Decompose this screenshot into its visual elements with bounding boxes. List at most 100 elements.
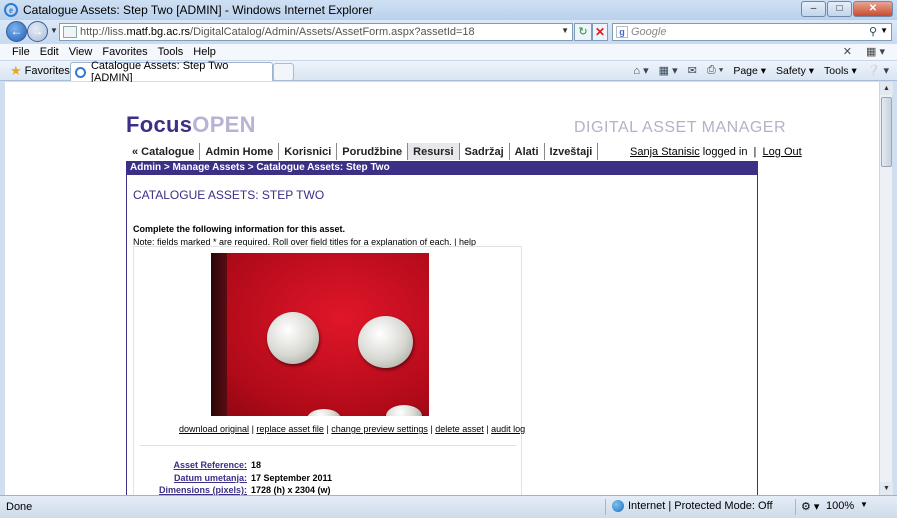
menu-favorites[interactable]: Favorites (102, 46, 147, 58)
menu-right-icons: ✕ ▦ ▾ (843, 45, 885, 58)
asset-preview-image[interactable] (211, 253, 429, 416)
browser-tab[interactable]: Catalogue Assets: Step Two [ADMIN] (70, 60, 273, 84)
menu-help[interactable]: Help (193, 46, 216, 58)
help-icon[interactable]: ❔ ▾ (867, 64, 889, 77)
meta-key: Dimensions (pixels): (158, 485, 247, 495)
search-input[interactable]: Google (631, 26, 666, 38)
search-box[interactable]: g Google ⚲ ▼ (612, 23, 892, 41)
close-button[interactable]: ✕ (853, 1, 893, 17)
user-info: Sanja Stanisic logged in | Log Out (630, 146, 802, 158)
menu-tools[interactable]: Tools (158, 46, 184, 58)
minimize-button[interactable]: – (801, 1, 826, 17)
tab-label: Catalogue Assets: Step Two [ADMIN] (90, 60, 229, 84)
maximize-button[interactable]: □ (827, 1, 852, 17)
back-button[interactable]: ← (6, 21, 27, 42)
ie-logo-icon: e (4, 3, 18, 17)
translate-icon[interactable]: ▦ ▾ (866, 45, 885, 58)
meta-key: Asset Reference: (173, 460, 247, 470)
favorites-button[interactable]: ★ Favorites (10, 63, 70, 79)
home-icon[interactable]: ⌂ ▾ (633, 64, 648, 77)
meta-row: Datum umetanja: 17 September 2011 (133, 473, 332, 486)
meta-value: 18 (251, 460, 262, 470)
user-name-link[interactable]: Sanja Stanisic (630, 146, 700, 158)
meta-key: Datum umetanja: (173, 472, 247, 483)
page-icon (63, 26, 77, 38)
tools-menu[interactable]: Tools ▾ (824, 65, 857, 77)
forward-button[interactable]: → (27, 21, 48, 42)
site-tagline: DIGITAL ASSET MANAGER (574, 119, 787, 136)
site-nav: « Catalogue Admin Home Korisnici Porudžb… (127, 143, 599, 160)
meta-row: Asset Reference: 18 (133, 460, 332, 473)
photo-shadow-edge (211, 253, 227, 416)
nav-korisnici[interactable]: Korisnici (279, 143, 338, 160)
address-bar[interactable]: http://liss.matf.bg.ac.rs/DigitalCatalog… (59, 23, 573, 41)
vertical-scrollbar[interactable]: ▲ ▼ (879, 82, 893, 495)
scroll-up-icon[interactable]: ▲ (880, 82, 893, 95)
logo-open-text: OPEN (192, 112, 256, 137)
nav-catalogue[interactable]: « Catalogue (127, 143, 201, 160)
close-tab-icon[interactable]: ✕ (843, 45, 852, 58)
address-row: ← → ▼ http://liss.matf.bg.ac.rs/DigitalC… (0, 20, 897, 44)
delete-asset-link[interactable]: delete asset (435, 424, 484, 434)
nav-porudzbine[interactable]: Porudžbine (337, 143, 409, 160)
replace-asset-link[interactable]: replace asset file (256, 424, 324, 434)
logout-link[interactable]: Log Out (763, 146, 802, 158)
safety-menu[interactable]: Safety ▾ (776, 65, 814, 77)
menu-view[interactable]: View (69, 46, 93, 58)
nav-admin-home[interactable]: Admin Home (200, 143, 280, 160)
address-dropdown-icon[interactable]: ▼ (561, 26, 569, 35)
manage-addons-icon[interactable]: ⚙ ▾ (801, 500, 819, 513)
menu-edit[interactable]: Edit (40, 46, 59, 58)
search-icon[interactable]: ⚲ (869, 25, 877, 38)
print-icon[interactable]: ⎙ ▾ (707, 64, 723, 77)
status-separator (605, 499, 606, 515)
meta-value: 1728 (h) x 2304 (w) (251, 485, 331, 495)
mail-icon[interactable]: ✉ (688, 64, 697, 77)
instruction-text: Complete the following information for t… (133, 224, 346, 234)
coin-bottom-right (386, 405, 422, 416)
page-menu[interactable]: Page ▾ (733, 65, 766, 77)
coin-left (267, 312, 319, 364)
window-controls: – □ ✕ (801, 1, 893, 17)
favorites-bar: ★ Favorites Catalogue Assets: Step Two [… (0, 60, 897, 84)
refresh-icon[interactable]: ↻ (574, 23, 592, 41)
actions-sep: | (483, 424, 492, 434)
site-logo[interactable]: FocusOPEN (126, 112, 256, 138)
coin-right (358, 316, 413, 368)
nav-izvestaji[interactable]: Izveštaji (545, 143, 599, 160)
page-viewport: FocusOPEN DIGITAL ASSET MANAGER « Catalo… (5, 82, 879, 495)
status-bar: Done Internet | Protected Mode: Off ⚙ ▾ … (0, 495, 897, 518)
nav-sadrzaj[interactable]: Sadržaj (460, 143, 510, 160)
nav-alati[interactable]: Alati (510, 143, 545, 160)
zoom-level[interactable]: 100% (826, 500, 854, 512)
asset-metadata: Asset Reference: 18 Datum umetanja: 17 S… (133, 460, 332, 495)
star-icon: ★ (10, 63, 22, 78)
meta-row: Dimensions (pixels): 1728 (h) x 2304 (w) (133, 485, 332, 495)
new-tab-button[interactable] (273, 63, 294, 81)
audit-log-link[interactable]: audit log (491, 424, 525, 434)
menu-bar: File Edit View Favorites Tools Help ✕ ▦ … (0, 44, 897, 61)
scroll-down-icon[interactable]: ▼ (880, 482, 893, 495)
status-separator (795, 499, 796, 515)
coin-bottom-left (307, 409, 341, 416)
feeds-icon[interactable]: ▦ ▾ (659, 64, 678, 77)
security-zone[interactable]: Internet | Protected Mode: Off (612, 500, 773, 512)
zoom-dropdown-icon[interactable]: ▼ (860, 500, 868, 509)
download-original-link[interactable]: download original (179, 424, 249, 434)
nav-resursi[interactable]: Resursi (408, 143, 460, 160)
menu-file[interactable]: File (12, 46, 30, 58)
change-preview-link[interactable]: change preview settings (331, 424, 428, 434)
divider (140, 445, 516, 446)
history-dropdown-icon[interactable]: ▼ (50, 26, 58, 35)
scroll-thumb[interactable] (881, 97, 892, 167)
meta-value: 17 September 2011 (251, 472, 333, 483)
page-title: CATALOGUE ASSETS: STEP TWO (133, 188, 325, 202)
globe-icon (612, 500, 624, 512)
asset-actions: download original | replace asset file |… (179, 424, 525, 434)
address-url[interactable]: http://liss.matf.bg.ac.rs/DigitalCatalog… (80, 26, 475, 38)
status-text: Done (6, 501, 33, 513)
title-bar: e Catalogue Assets: Step Two [ADMIN] - W… (0, 0, 897, 20)
stop-icon[interactable]: ✕ (592, 23, 608, 41)
logo-focus-text: Focus (126, 112, 193, 137)
search-dropdown-icon[interactable]: ▼ (880, 26, 888, 35)
